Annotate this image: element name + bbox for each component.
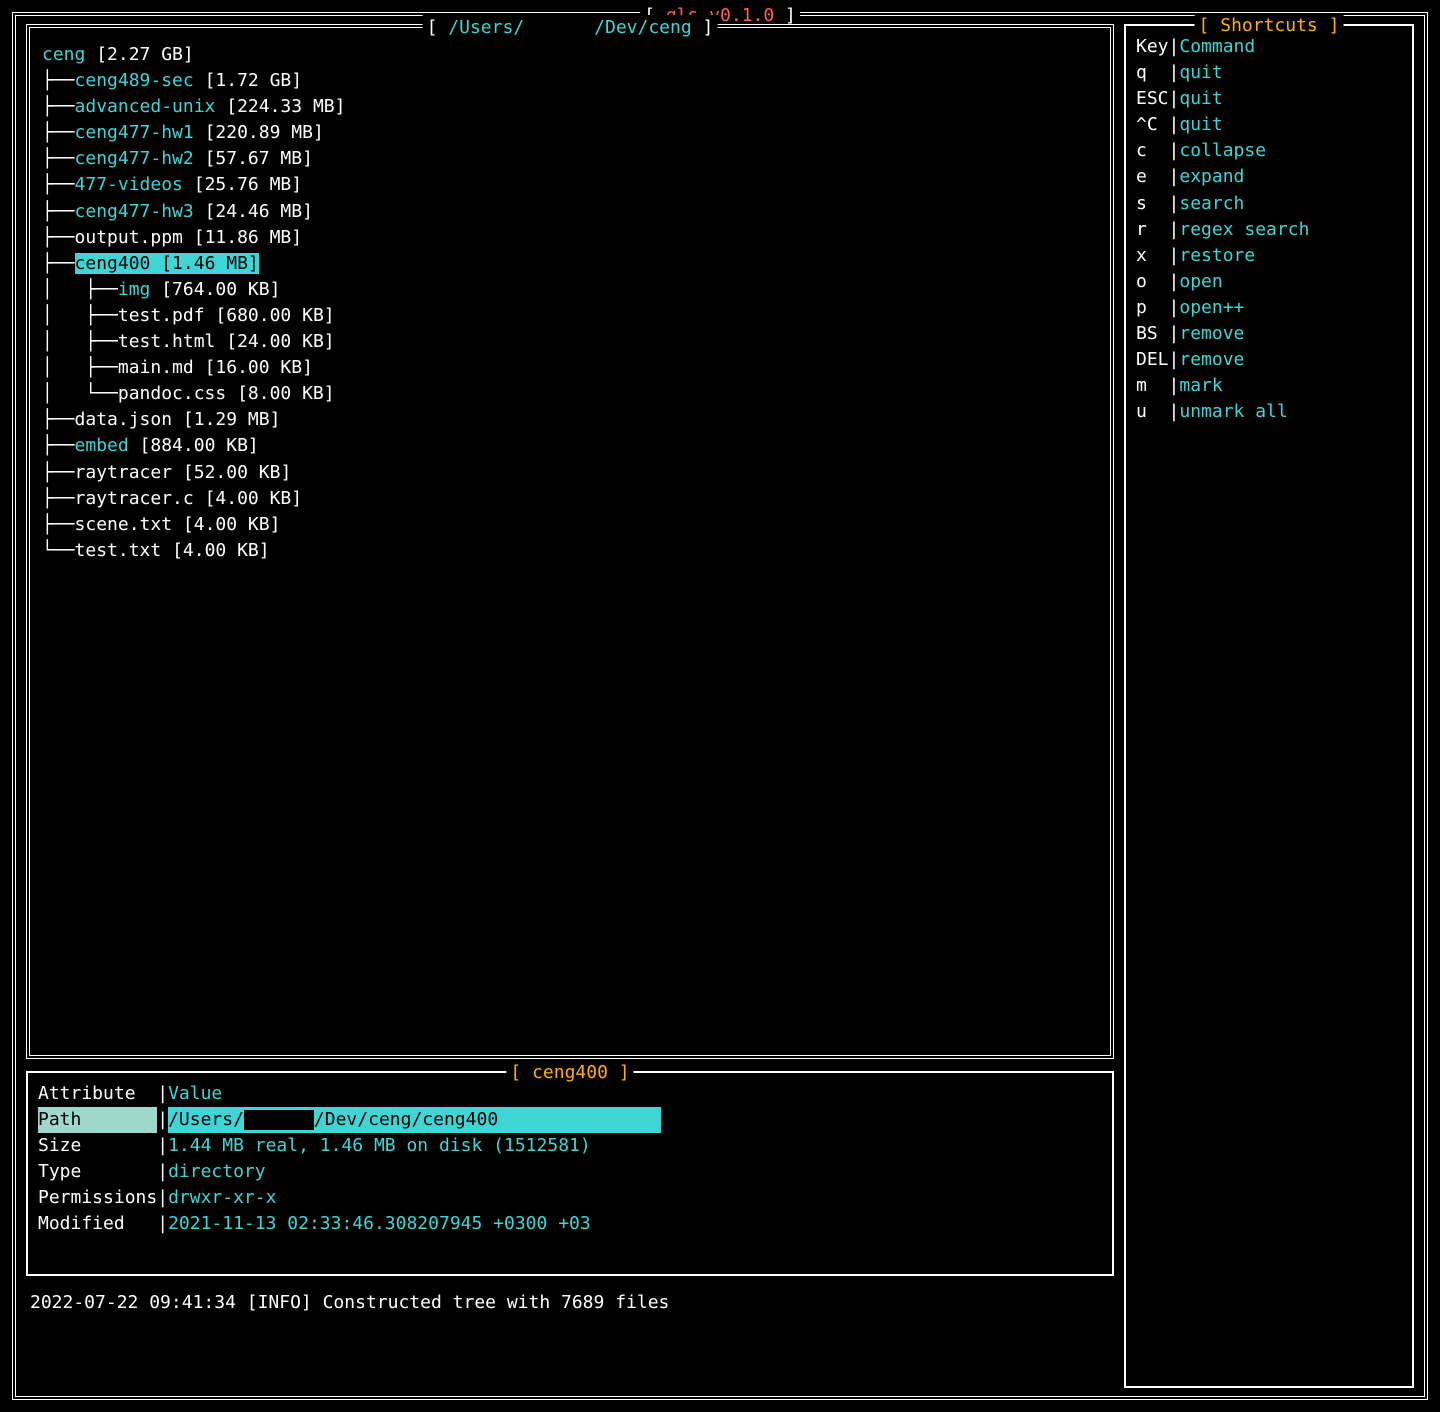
detail-row: Modified |2021-11-13 02:33:46.308207945 …: [38, 1211, 1102, 1237]
shortcut-row: ^C |quit: [1136, 112, 1402, 138]
detail-panel-title: [ ceng400 ]: [506, 1060, 633, 1086]
tree-row[interactable]: ├──advanced-unix [224.33 MB]: [42, 94, 1098, 120]
status-line: 2022-07-22 09:41:34 [INFO] Constructed t…: [30, 1290, 1110, 1316]
tree-row[interactable]: ├──data.json [1.29 MB]: [42, 407, 1098, 433]
shortcuts-title: [ Shortcuts ]: [1195, 13, 1344, 39]
status-log: 2022-07-22 09:41:34 [INFO] Constructed t…: [26, 1288, 1114, 1388]
shortcut-row: p |open++: [1136, 295, 1402, 321]
detail-row: Size |1.44 MB real, 1.46 MB on disk (151…: [38, 1133, 1102, 1159]
tree-row[interactable]: │ ├──test.pdf [680.00 KB]: [42, 303, 1098, 329]
shortcut-row: DEL|remove: [1136, 347, 1402, 373]
redacted-user: [244, 1110, 314, 1130]
shortcuts-panel: [ Shortcuts ] Key|Commandq |quitESC|quit…: [1124, 24, 1414, 1388]
tree-row[interactable]: ├──ceng477-hw1 [220.89 MB]: [42, 120, 1098, 146]
shortcut-row: u |unmark all: [1136, 399, 1402, 425]
tree-row[interactable]: │ ├──main.md [16.00 KB]: [42, 355, 1098, 381]
shortcut-row: c |collapse: [1136, 138, 1402, 164]
tree-row[interactable]: │ ├──test.html [24.00 KB]: [42, 329, 1098, 355]
shortcut-row: m |mark: [1136, 373, 1402, 399]
tree-row[interactable]: ├──raytracer.c [4.00 KB]: [42, 486, 1098, 512]
app-window: [ gls v0.1.0 ] [ /Users//Dev/ceng ] ceng…: [12, 12, 1428, 1400]
tree-row[interactable]: ├──ceng489-sec [1.72 GB]: [42, 68, 1098, 94]
tree-panel-title: [ /Users//Dev/ceng ]: [423, 15, 718, 41]
tree-row[interactable]: └──test.txt [4.00 KB]: [42, 538, 1098, 564]
redacted-user: [524, 20, 594, 38]
shortcut-row: BS |remove: [1136, 321, 1402, 347]
shortcut-row: s |search: [1136, 191, 1402, 217]
detail-row: Type |directory: [38, 1159, 1102, 1185]
tree-row[interactable]: ├──477-videos [25.76 MB]: [42, 172, 1098, 198]
shortcut-row: e |expand: [1136, 164, 1402, 190]
tree-row[interactable]: ├──ceng400 [1.46 MB]: [42, 251, 1098, 277]
tree-root[interactable]: ceng [2.27 GB]: [42, 42, 1098, 68]
detail-panel: [ ceng400 ] Attribute |ValuePath |/Users…: [26, 1071, 1114, 1276]
shortcut-row: ESC|quit: [1136, 86, 1402, 112]
tree-row[interactable]: │ └──pandoc.css [8.00 KB]: [42, 381, 1098, 407]
detail-row: Path |/Users//Dev/ceng/ceng400: [38, 1107, 1102, 1133]
tree-row[interactable]: ├──embed [884.00 KB]: [42, 433, 1098, 459]
tree-row[interactable]: ├──raytracer [52.00 KB]: [42, 460, 1098, 486]
shortcut-row: o |open: [1136, 269, 1402, 295]
tree-row[interactable]: ├──ceng477-hw2 [57.67 MB]: [42, 146, 1098, 172]
tree-row[interactable]: ├──scene.txt [4.00 KB]: [42, 512, 1098, 538]
tree-row[interactable]: │ ├──img [764.00 KB]: [42, 277, 1098, 303]
shortcut-row: r |regex search: [1136, 217, 1402, 243]
tree-row[interactable]: ├──output.ppm [11.86 MB]: [42, 225, 1098, 251]
detail-row: Permissions|drwxr-xr-x: [38, 1185, 1102, 1211]
shortcut-row: q |quit: [1136, 60, 1402, 86]
tree-panel[interactable]: [ /Users//Dev/ceng ] ceng [2.27 GB]├──ce…: [26, 24, 1114, 1059]
tree-row[interactable]: ├──ceng477-hw3 [24.46 MB]: [42, 199, 1098, 225]
shortcut-row: x |restore: [1136, 243, 1402, 269]
